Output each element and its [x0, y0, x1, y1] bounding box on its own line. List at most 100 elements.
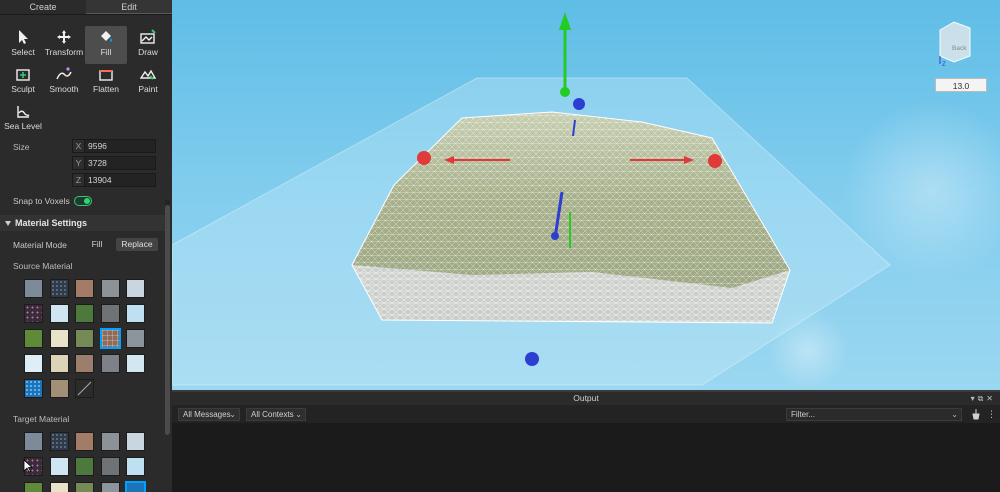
material-swatch-selected[interactable]	[100, 328, 121, 349]
gizmo-y-handle[interactable]	[560, 87, 570, 97]
collapse-chevron-icon[interactable]: ▾	[971, 394, 978, 403]
tool-label: Sea Level	[4, 121, 42, 131]
view-cube-label: Back	[952, 45, 967, 52]
material-swatch[interactable]	[50, 457, 69, 476]
sculpt-icon	[16, 69, 30, 81]
material-swatch[interactable]	[75, 432, 94, 451]
material-swatch[interactable]	[50, 482, 69, 492]
material-swatch[interactable]	[101, 304, 120, 323]
size-y-field[interactable]: Y 3728	[72, 156, 156, 170]
size-z-value: 13904	[88, 175, 112, 185]
material-swatch[interactable]	[24, 482, 43, 492]
material-swatch[interactable]	[75, 482, 94, 492]
material-swatch[interactable]	[75, 457, 94, 476]
tab-create[interactable]: Create	[0, 0, 86, 14]
gizmo-z-arrow-icon[interactable]	[551, 232, 559, 240]
material-swatch-selected[interactable]	[125, 481, 146, 492]
flatten-icon	[99, 70, 113, 81]
close-icon[interactable]: ✕	[986, 394, 996, 403]
material-swatch[interactable]	[126, 279, 145, 298]
mouse-cursor-icon	[23, 459, 33, 473]
paint-terrain-icon	[140, 69, 156, 80]
size-x-field[interactable]: X 9596	[72, 139, 156, 153]
camera-speed-input[interactable]: 13.0	[935, 78, 987, 92]
material-swatch[interactable]	[101, 279, 120, 298]
more-options-icon[interactable]: ⋮	[987, 409, 996, 420]
cursor-icon	[19, 30, 28, 44]
draw-terrain-icon	[140, 29, 156, 44]
snap-to-voxels-toggle[interactable]	[74, 196, 92, 206]
material-swatch[interactable]	[75, 354, 94, 373]
material-swatch[interactable]	[24, 354, 43, 373]
material-swatch[interactable]	[101, 354, 120, 373]
material-swatch-air[interactable]	[75, 379, 94, 398]
material-swatch[interactable]	[50, 304, 69, 323]
view-cube-axis-label: Z	[942, 62, 946, 68]
material-swatch[interactable]	[50, 432, 69, 451]
material-swatch[interactable]	[24, 379, 43, 398]
contexts-filter-label: All Contexts	[251, 410, 294, 419]
material-swatch[interactable]	[126, 432, 145, 451]
gizmo-z-handle-near[interactable]	[525, 352, 539, 366]
size-z-field[interactable]: Z 13904	[72, 173, 156, 187]
material-swatch[interactable]	[126, 304, 145, 323]
popout-icon[interactable]: ⧉	[978, 394, 987, 403]
material-swatch[interactable]	[101, 432, 120, 451]
material-swatch[interactable]	[126, 457, 145, 476]
size-label: Size	[13, 142, 30, 152]
tab-edit[interactable]: Edit	[86, 0, 172, 14]
material-settings-title: Material Settings	[15, 218, 88, 228]
tool-sea-level[interactable]: Sea Level	[2, 100, 44, 138]
chevron-down-icon: ⌄	[229, 410, 236, 419]
chevron-down-icon: ⌄	[295, 410, 302, 419]
toggle-knob	[84, 198, 90, 204]
tool-draw[interactable]: Draw	[127, 26, 169, 64]
material-settings-header[interactable]: Material Settings	[0, 215, 168, 231]
tool-fill[interactable]: Fill	[85, 26, 127, 64]
tool-smooth[interactable]: Smooth	[43, 63, 85, 101]
tool-label: Paint	[138, 84, 158, 94]
sea-level-icon	[17, 106, 30, 118]
material-swatch[interactable]	[101, 482, 120, 492]
material-swatch[interactable]	[50, 379, 69, 398]
material-swatch[interactable]	[50, 329, 69, 348]
panel-scrollbar-thumb[interactable]	[165, 205, 170, 435]
scene-canvas[interactable]: Back Z	[172, 0, 1000, 390]
material-swatch[interactable]	[75, 304, 94, 323]
material-swatch[interactable]	[50, 354, 69, 373]
material-swatch[interactable]	[75, 279, 94, 298]
target-material-label: Target Material	[13, 414, 70, 424]
output-title-bar: Output ▾⧉✕	[172, 392, 1000, 405]
material-swatch[interactable]	[101, 457, 120, 476]
tool-flatten[interactable]: Flatten	[85, 63, 127, 101]
material-swatch[interactable]	[126, 354, 145, 373]
material-swatch[interactable]	[24, 432, 43, 451]
messages-filter-label: All Messages	[183, 410, 231, 419]
gizmo-z-handle-far[interactable]	[573, 98, 585, 110]
material-swatch[interactable]	[24, 279, 43, 298]
material-swatch[interactable]	[24, 304, 43, 323]
snap-to-voxels-label: Snap to Voxels	[13, 196, 70, 206]
gizmo-x-handle-left[interactable]	[417, 151, 431, 165]
tool-select[interactable]: Select	[2, 26, 44, 64]
material-swatch[interactable]	[50, 279, 69, 298]
mode-replace-button[interactable]: Replace	[116, 238, 158, 251]
filter-placeholder: Filter...	[791, 410, 816, 419]
material-swatch[interactable]	[24, 329, 43, 348]
tool-paint[interactable]: Paint	[127, 63, 169, 101]
tool-transform[interactable]: Transform	[43, 26, 85, 64]
tool-label: Transform	[44, 47, 84, 57]
gizmo-x-handle-right[interactable]	[708, 154, 722, 168]
mode-fill-button[interactable]: Fill	[86, 238, 108, 251]
material-swatch[interactable]	[75, 329, 94, 348]
output-toolbar: All Messages ⌄ All Contexts ⌄ Filter... …	[172, 405, 1000, 423]
3d-viewport[interactable]: Back Z	[172, 0, 1000, 390]
contexts-filter-dropdown[interactable]: All Contexts ⌄	[246, 408, 306, 421]
messages-filter-dropdown[interactable]: All Messages ⌄	[178, 408, 240, 421]
tool-sculpt[interactable]: Sculpt	[2, 63, 44, 101]
chevron-down-icon: ⌄	[951, 410, 958, 419]
clear-output-icon[interactable]	[970, 408, 982, 420]
filter-input[interactable]: Filter... ⌄	[786, 408, 962, 421]
material-swatch[interactable]	[126, 329, 145, 348]
output-panel: Output ▾⧉✕ All Messages ⌄ All Contexts ⌄…	[172, 390, 1000, 492]
